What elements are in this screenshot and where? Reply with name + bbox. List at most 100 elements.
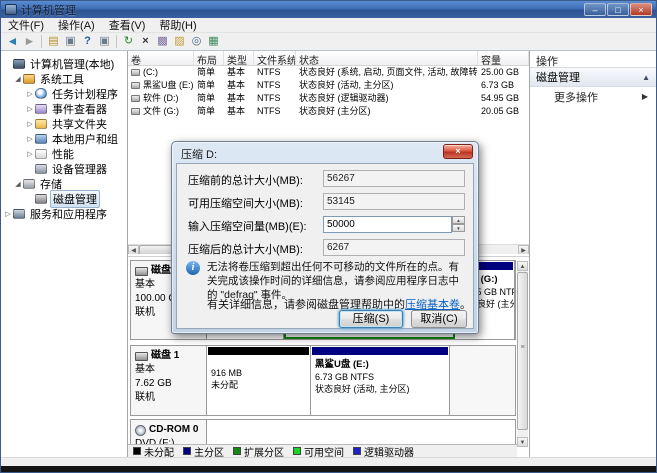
cancel-button[interactable]: 取消(C) [411,310,467,328]
partition-type-band [312,347,448,355]
expander-icon[interactable]: ▷ [25,135,35,143]
performance-icon [35,149,47,159]
tree-item-computer-management[interactable]: 计算机管理(本地) [1,56,127,71]
volume-row-d[interactable]: 软件 (D:) 简单 基本 NTFS 状态良好 (逻辑驱动器) 54.95 GB [128,92,529,105]
window-icon[interactable]: ▣ [62,34,79,49]
scrollbar-thumb[interactable]: ≡ [517,272,528,430]
expander-icon[interactable]: ▷ [25,105,35,113]
menu-view[interactable]: 查看(V) [102,17,153,33]
toolbar: ◄ ► ▤ ▣ ? ▣ ↻ × ▩ ▨ ◎ ▦ [1,33,656,51]
help-icon[interactable]: ? [79,34,96,49]
tree-item-storage[interactable]: ◢ 存储 [1,176,127,191]
available-shrink-space-label: 可用压缩空间大小(MB): [188,195,303,211]
bottom-strip [1,466,656,472]
close-button[interactable]: × [630,3,652,16]
window-title: 计算机管理 [21,2,76,18]
tree-item-disk-management[interactable]: 磁盘管理 [1,191,127,206]
tree-item-event-viewer[interactable]: ▷ 事件查看器 [1,101,127,116]
app-icon [5,4,17,15]
submenu-arrow-icon: ▶ [642,92,648,101]
volume-row-e[interactable]: 黑鲨U盘 (E:) 简单 基本 NTFS 状态良好 (活动, 主分区) 6.73… [128,79,529,92]
properties-icon[interactable]: ▩ [154,34,171,49]
column-header-type[interactable]: 类型 [224,51,254,65]
shared-folder-icon [35,119,47,129]
forward-icon[interactable]: ► [21,34,38,49]
maximize-button[interactable]: □ [607,3,629,16]
total-size-before-label: 压缩前的总计大小(MB): [188,172,303,188]
event-log-icon [35,104,47,114]
cd-icon [135,425,146,436]
services-icon [13,209,25,219]
dialog-close-button[interactable]: × [443,144,473,159]
disk-icon [135,352,148,361]
expander-icon[interactable]: ◢ [13,180,23,188]
volume-list-header: 卷 布局 类型 文件系统 状态 容量 [128,51,529,66]
delete-icon[interactable]: × [137,34,154,49]
search-icon[interactable]: ◎ [188,34,205,49]
shrink-button[interactable]: 压缩(S) [339,310,403,328]
menu-bar: 文件(F) 操作(A) 查看(V) 帮助(H) [1,18,656,33]
total-size-before-value: 56267 [323,170,465,187]
shrink-amount-input[interactable] [323,216,452,233]
tree-item-local-users-groups[interactable]: ▷ 本地用户和组 [1,131,127,146]
legend-swatch [353,447,361,455]
cdrom-0-label[interactable]: CD-ROM 0 DVD (F:) [131,420,207,446]
legend-swatch [293,447,301,455]
actions-section-disk-management[interactable]: 磁盘管理 ▲ [530,68,656,87]
toolbar-separator [41,35,42,48]
refresh-icon[interactable]: ↻ [120,34,137,49]
stepper-up-icon[interactable]: ▲ [452,216,465,224]
expander-icon[interactable]: ▷ [25,150,35,158]
clock-icon [35,88,47,99]
status-bar [1,457,656,466]
disk-1-label[interactable]: 磁盘 1 基本 7.62 GB 联机 [131,346,207,415]
volume-row-g[interactable]: 文件 (G:) 简单 基本 NTFS 状态良好 (主分区) 20.05 GB [128,105,529,118]
console-tree: 计算机管理(本地) ◢ 系统工具 ▷ 任务计划程序 ▷ 事件查看器 ▷ 共享文件… [1,51,128,457]
scroll-right-icon[interactable]: ▶ [518,245,529,254]
computer-icon [13,59,25,69]
expander-icon[interactable]: ▷ [25,90,35,98]
actions-panel: 操作 磁盘管理 ▲ 更多操作 ▶ [529,51,656,457]
manage-icon[interactable]: ▦ [205,34,222,49]
tree-item-device-manager[interactable]: 设备管理器 [1,161,127,176]
title-bar[interactable]: 计算机管理 – □ × [1,1,656,18]
menu-help[interactable]: 帮助(H) [152,17,203,33]
total-size-after-value: 6267 [323,239,465,256]
scroll-left-icon[interactable]: ◀ [128,245,139,254]
expander-icon[interactable]: ▷ [3,210,13,218]
back-icon[interactable]: ◄ [4,34,21,49]
more-actions-item[interactable]: 更多操作 ▶ [530,87,656,106]
partition-legend: 未分配 主分区 扩展分区 可用空间 [128,444,517,457]
menu-file[interactable]: 文件(F) [1,17,51,33]
expander-icon[interactable]: ◢ [13,75,23,83]
column-header-filesystem[interactable]: 文件系统 [254,51,296,65]
partition-unallocated[interactable]: 916 MB 未分配 [207,346,311,415]
tree-item-system-tools[interactable]: ◢ 系统工具 [1,71,127,86]
volume-icon [131,82,140,89]
menu-action[interactable]: 操作(A) [51,17,102,33]
tree-item-shared-folders[interactable]: ▷ 共享文件夹 [1,116,127,131]
show-console-tree-icon[interactable]: ▤ [45,34,62,49]
column-header-volume[interactable]: 卷 [128,51,194,65]
scroll-up-icon[interactable]: ▲ [517,261,528,271]
tree-item-performance[interactable]: ▷ 性能 [1,146,127,161]
disk-management-icon [35,194,47,204]
console-window-icon[interactable]: ▣ [96,34,113,49]
scroll-down-icon[interactable]: ▼ [517,437,528,447]
volume-row-c[interactable]: (C:) 简单 基本 NTFS 状态良好 (系统, 启动, 页面文件, 活动, … [128,66,529,79]
partition-e[interactable]: 黑鲨U盘 (E:) 6.73 GB NTFS 状态良好 (活动, 主分区) [311,346,450,415]
dialog-title: 压缩 D: [172,142,478,163]
tree-item-task-scheduler[interactable]: ▷ 任务计划程序 [1,86,127,101]
column-header-layout[interactable]: 布局 [194,51,224,65]
users-icon [35,134,47,144]
minimize-button[interactable]: – [584,3,606,16]
storage-icon [23,179,35,189]
vertical-scrollbar[interactable]: ▲ ≡ ▼ [517,261,528,447]
column-header-capacity[interactable]: 容量 [478,51,529,65]
collapse-icon[interactable]: ▲ [642,73,650,82]
stepper-down-icon[interactable]: ▼ [452,224,465,232]
tree-item-services-applications[interactable]: ▷ 服务和应用程序 [1,206,127,221]
column-header-status[interactable]: 状态 [296,51,478,65]
open-folder-icon[interactable]: ▨ [171,34,188,49]
expander-icon[interactable]: ▷ [25,120,35,128]
